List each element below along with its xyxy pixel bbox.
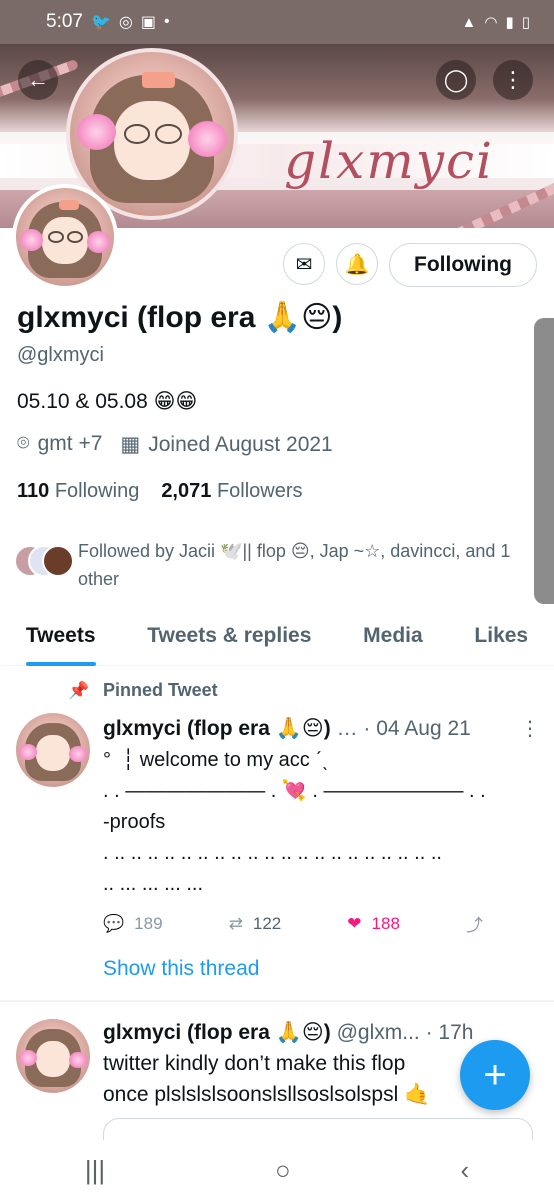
following-count: 110 [17, 480, 50, 502]
glasses-right [66, 231, 83, 243]
gallery-icon: ▣ [140, 14, 156, 31]
profile-counts: 110 Following 2,071 Followers [17, 480, 303, 503]
home-button[interactable]: ○ [275, 1155, 291, 1186]
reply-icon: 💬 [103, 913, 125, 933]
heart-right [69, 1051, 88, 1068]
heart-left [18, 1050, 37, 1067]
tweet-meta: @glxm... · 17h [336, 1021, 474, 1044]
hair-bow [142, 71, 175, 89]
retweet-button[interactable]: ⇄ 122 [229, 911, 282, 936]
show-thread-link[interactable]: Show this thread [103, 957, 259, 981]
status-time: 5:07 [46, 11, 83, 32]
back-button-nav[interactable]: ‹ [460, 1155, 469, 1186]
tweet-more-icon[interactable]: ⋮ [520, 716, 540, 741]
followed-by[interactable]: Followed by Jacii 🕊️|| flop 😔, Jap ~☆, d… [14, 537, 534, 593]
sim-lock-icon: ▲ [461, 13, 477, 31]
heart-left [19, 229, 44, 251]
tweet-meta: … · 04 Aug 21 [336, 717, 471, 740]
battery-icon: ▯ [521, 14, 530, 31]
following-count-link[interactable]: 110 Following [17, 480, 139, 503]
joined-text: Joined August 2021 [148, 433, 333, 456]
tweet-header: glxmyci (flop era 🙏😔) … · 04 Aug 21 [103, 716, 471, 741]
tweet-header: glxmyci (flop era 🙏😔) @glxm... · 17h [103, 1020, 473, 1045]
glasses-left [124, 124, 151, 144]
mail-icon: ✉ [295, 253, 313, 276]
status-bar: 5:07 🐦 ◎ ▣ • ▲ ◠ ▮ ▯ [0, 0, 554, 44]
followed-by-avatars [14, 537, 78, 577]
followed-by-text: Followed by Jacii 🕊️|| flop 😔, Jap ~☆, d… [78, 541, 511, 589]
signal-icon: ▮ [505, 14, 514, 31]
tab-likes[interactable]: Likes [474, 606, 528, 666]
notifications-button[interactable]: 🔔 [336, 243, 378, 285]
system-nav-bar: ||| ○ ‹ [0, 1140, 554, 1200]
heart-right [86, 231, 111, 253]
heart-left [76, 114, 116, 151]
bell-check-icon: 🔔 [344, 253, 370, 276]
dot-icon: • [164, 13, 170, 30]
location-text: gmt +7 [37, 432, 103, 455]
recent-apps-button[interactable]: ||| [85, 1155, 105, 1186]
reply-button[interactable]: 💬 189 [103, 911, 163, 936]
search-icon: ◯ [443, 67, 469, 92]
profile-display-name: glxmyci (flop era 🙏😔) [17, 301, 343, 334]
mini-avatar [42, 545, 74, 577]
followers-count-link[interactable]: 2,071 Followers [161, 480, 302, 503]
heart-right [188, 120, 228, 157]
retweet-icon: ⇄ [228, 913, 243, 933]
banner-name-text: glxmyci [284, 132, 494, 190]
hair-bow [59, 199, 79, 210]
glasses-right [155, 124, 182, 144]
location-item: ⌾ gmt +7 [17, 432, 102, 457]
joined-item: ▦ Joined August 2021 [120, 432, 332, 457]
retweet-count: 122 [252, 913, 282, 933]
wifi-icon: ◠ [484, 14, 498, 31]
scroll-handle[interactable] [534, 318, 554, 604]
like-count: 188 [371, 913, 400, 933]
calendar-icon: ▦ [120, 433, 141, 456]
search-button[interactable]: ◯ [436, 60, 476, 100]
face-shape [35, 1041, 70, 1077]
followers-count: 2,071 [161, 480, 212, 502]
tweet-avatar[interactable] [16, 1019, 90, 1093]
threads-icon: ◎ [118, 14, 133, 31]
back-button[interactable]: ← [18, 60, 58, 100]
share-button[interactable]: ⤴ [466, 911, 483, 936]
tweet-text: ° ︎ ┆ welcome to my acc ˊˎ . . ——————— .… [103, 749, 486, 895]
profile-handle: @glxmyci [17, 344, 104, 366]
twitter-bird-icon: 🐦 [90, 14, 111, 31]
message-button[interactable]: ✉ [283, 243, 325, 285]
pinned-label: Pinned Tweet [103, 680, 218, 700]
following-button[interactable]: Following [389, 243, 537, 287]
glasses-left [48, 231, 64, 243]
following-label: Following [54, 480, 140, 502]
followers-label: Followers [216, 480, 303, 502]
heart-icon: ❤ [347, 913, 362, 933]
back-arrow-icon: ← [27, 67, 49, 92]
share-icon: ⤴ [465, 916, 483, 935]
face-shape [35, 735, 70, 771]
tweet-avatar[interactable] [16, 713, 90, 787]
more-vertical-icon: ⋮ [502, 67, 524, 92]
heart-left [18, 744, 37, 761]
profile-meta: ⌾ gmt +7 ▦ Joined August 2021 [17, 432, 333, 457]
tab-media[interactable]: Media [363, 606, 423, 666]
profile-tabs: Tweets Tweets & replies Media Likes [0, 606, 554, 666]
status-left-icons: 🐦 ◎ ▣ • [91, 12, 170, 32]
reply-count: 189 [134, 913, 163, 933]
more-button[interactable]: ⋮ [493, 60, 533, 100]
profile-bio: 05.10 & 05.08 😁😁 [17, 390, 198, 413]
tweet-actions: 💬 189 ⇄ 122 ❤ 188 ⤴ [103, 911, 483, 936]
tweet-divider [0, 1000, 554, 1002]
location-pin-icon: ⌾ [17, 432, 30, 455]
tweet-author-name[interactable]: glxmyci (flop era 🙏😔) [103, 717, 331, 740]
tab-tweets-replies[interactable]: Tweets & replies [147, 606, 311, 666]
tab-tweets[interactable]: Tweets [25, 606, 96, 666]
profile-avatar[interactable] [12, 184, 118, 290]
heart-right [69, 745, 88, 762]
pin-icon: 📌 [68, 681, 90, 700]
like-button[interactable]: ❤ 188 [347, 911, 400, 936]
compose-tweet-button[interactable]: + [460, 1040, 530, 1110]
status-right-icons: ▲ ◠ ▮ ▯ [461, 13, 530, 32]
tweet-author-name[interactable]: glxmyci (flop era 🙏😔) [103, 1021, 331, 1044]
